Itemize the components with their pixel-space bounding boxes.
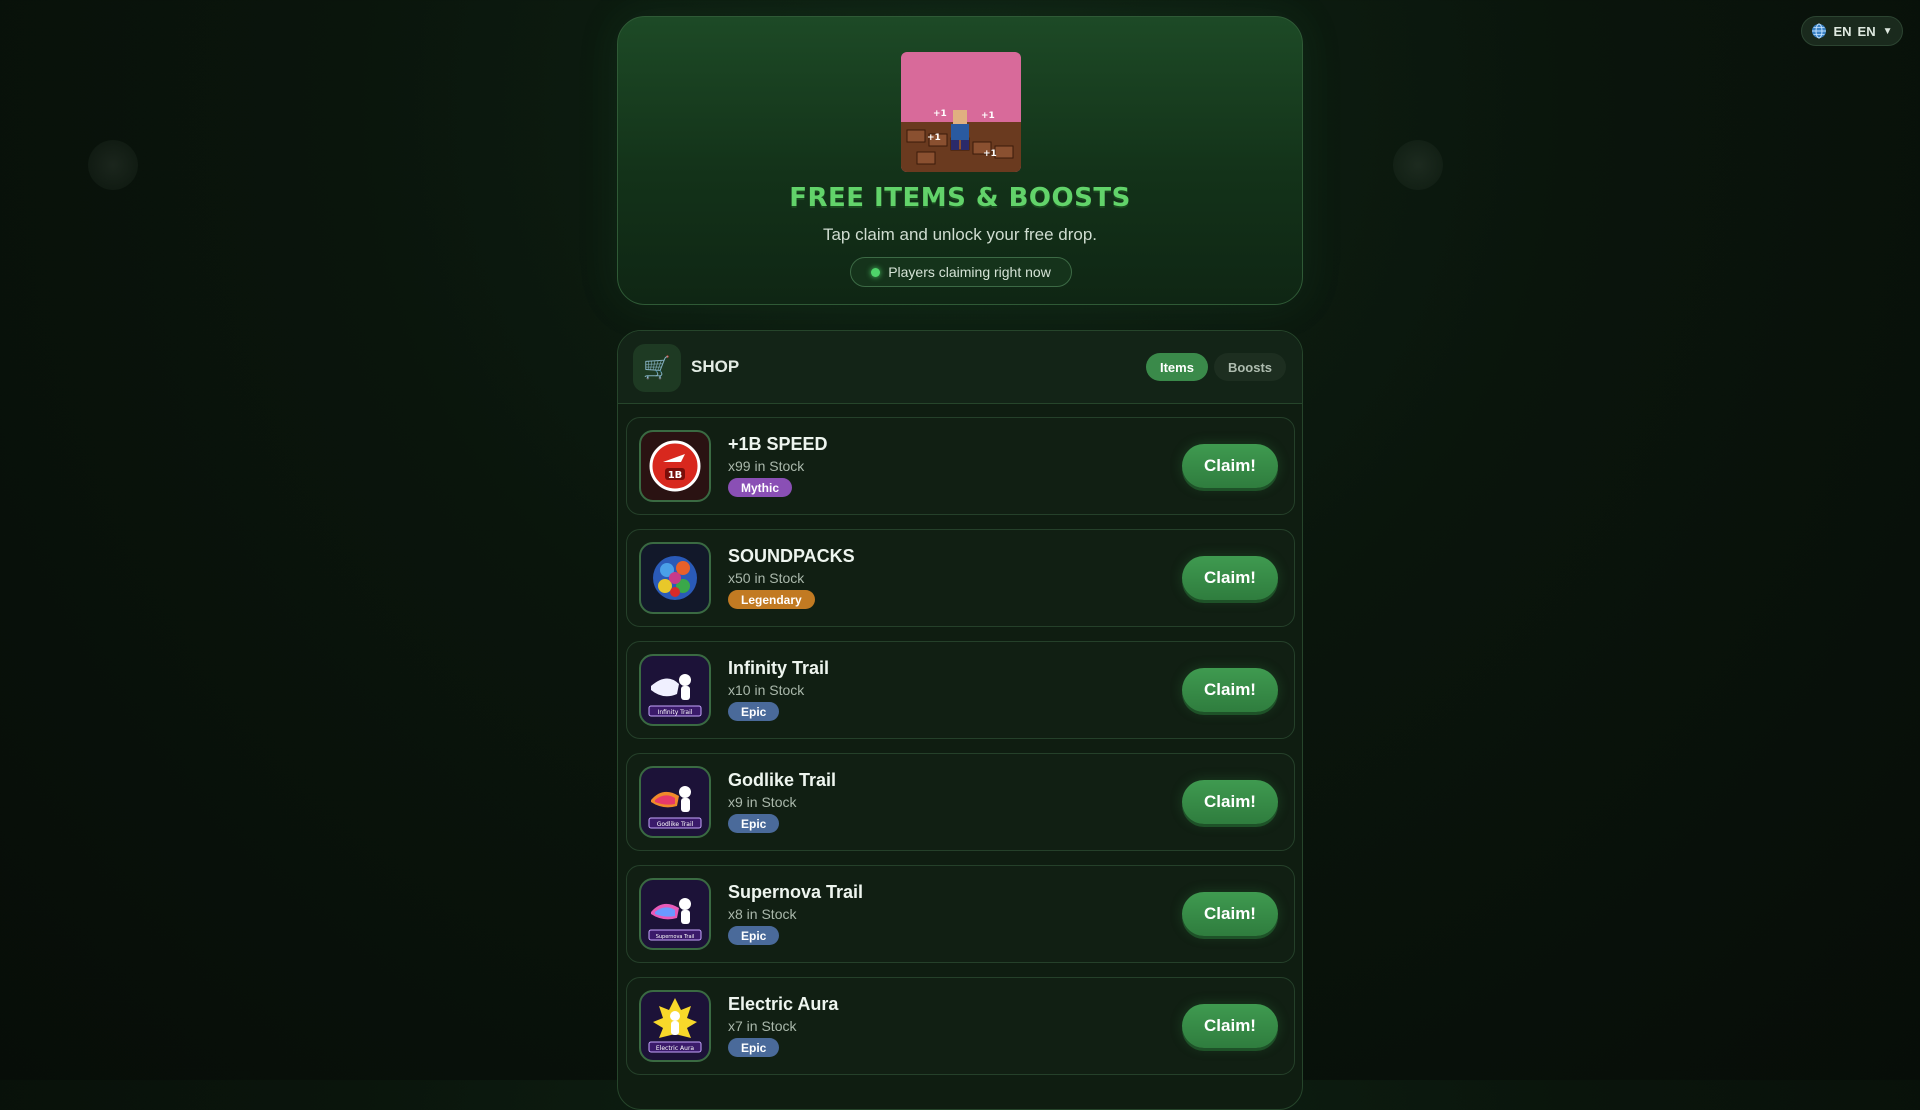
item-name: Electric Aura [728,994,839,1014]
background-decoration [1393,140,1443,190]
hero-card: +1 +1 +1 +1 FREE ITEMS & BOOSTS Tap claim … [617,16,1303,305]
claim-button[interactable]: Claim! [1182,556,1278,600]
background-decoration [88,140,138,190]
item-stock: x99 in Stock [728,458,805,474]
game-thumbnail: +1 +1 +1 +1 [901,52,1021,172]
icon-caption: Supernova Trail [656,934,695,940]
speed-1b-icon: 1B [639,430,711,502]
item-stock: x7 in Stock [728,1018,797,1034]
claim-button[interactable]: Claim! [1182,892,1278,936]
shop-item: 1B +1B SPEED x99 in Stock Mythic Claim! [626,417,1295,515]
shop-item: Electric Aura Electric Aura x7 in Stock … [626,977,1295,1075]
rarity-badge: Legendary [728,590,815,609]
supernova-trail-icon: Supernova Trail [639,878,711,950]
svg-text:+1: +1 [927,133,941,143]
item-stock: x50 in Stock [728,570,805,586]
shop-panel: 🛒 SHOP Items Boosts 1B +1B SPEED x99 in … [617,330,1303,1110]
live-dot-icon [871,267,881,277]
language-selector[interactable]: EN EN ▼ [1801,16,1903,46]
hero-subtitle: Tap claim and unlock your free drop. [822,225,1098,244]
rarity-badge: Mythic [728,478,793,497]
chevron-down-icon: ▼ [1882,25,1893,37]
rarity-badge: Epic [728,1038,780,1057]
item-name: Infinity Trail [728,658,830,678]
item-name: +1B SPEED [728,434,828,454]
globe-icon [1812,23,1827,39]
icon-caption: Infinity Trail [658,709,693,716]
godlike-trail-icon: Godlike Trail [639,766,711,838]
live-status-text: Players claiming right now [888,264,1051,280]
item-stock: x9 in Stock [728,794,797,810]
claim-button[interactable]: Claim! [1182,780,1278,824]
svg-text:+1: +1 [981,111,995,121]
svg-text:+1: +1 [933,109,947,119]
shop-tabs: Items Boosts [1145,353,1286,381]
item-stock: x8 in Stock [728,906,797,922]
rarity-badge: Epic [728,926,780,945]
language-selected: EN [1857,23,1876,39]
icon-caption: Electric Aura [656,1045,695,1052]
rarity-badge: Epic [728,702,780,721]
item-stock: x10 in Stock [728,682,805,698]
live-status-pill: Players claiming right now [850,257,1072,287]
item-name: Supernova Trail [728,882,864,902]
infinity-trail-icon: Infinity Trail [639,654,711,726]
svg-text:+1: +1 [983,149,997,159]
claim-button[interactable]: Claim! [1182,444,1278,488]
icon-caption: Godlike Trail [657,821,694,828]
item-name: SOUNDPACKS [728,546,855,566]
item-name: Godlike Trail [728,770,837,790]
soundpacks-icon [639,542,711,614]
tab-boosts[interactable]: Boosts [1213,353,1286,381]
rarity-badge: Epic [728,814,780,833]
language-code: EN [1833,23,1852,39]
electric-aura-icon: Electric Aura [639,990,711,1062]
shop-item: SOUNDPACKS x50 in Stock Legendary Claim! [626,529,1295,627]
svg-text:1B: 1B [668,470,683,481]
cart-icon: 🛒 [633,344,681,392]
shop-header: 🛒 SHOP Items Boosts [618,331,1302,404]
claim-button[interactable]: Claim! [1182,668,1278,712]
shop-item: Godlike Trail Godlike Trail x9 in Stock … [626,753,1295,851]
hero-title: FREE ITEMS & BOOSTS [789,183,1131,213]
shop-item: Supernova Trail Supernova Trail x8 in St… [626,865,1295,963]
shop-title: SHOP [691,357,740,376]
claim-button[interactable]: Claim! [1182,1004,1278,1048]
shop-item: Infinity Trail Infinity Trail x10 in Sto… [626,641,1295,739]
tab-items[interactable]: Items [1145,353,1208,381]
